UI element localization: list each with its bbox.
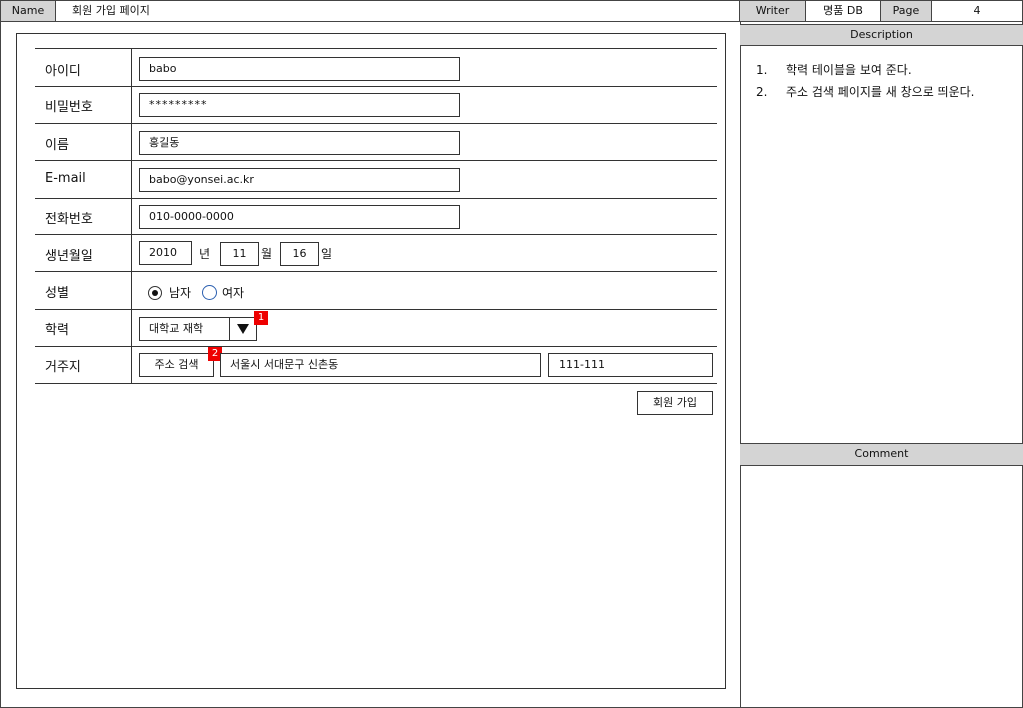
name-label: Name [11, 4, 45, 17]
birth-month-unit: 월 [261, 247, 273, 261]
birth-year-unit: 년 [199, 247, 211, 261]
birth-day-field[interactable]: 16 [280, 242, 319, 266]
writer-label-cell: Writer [739, 0, 806, 22]
page-name: 회원 가입 페이지 [72, 4, 150, 17]
right-panel [740, 21, 1023, 708]
education-select[interactable]: 대학교 재학 [139, 317, 230, 341]
description-item: 1. 학력 테이블을 보여 준다. [740, 62, 1010, 78]
writer-value: 명품 DB [823, 4, 863, 17]
writer-label: Writer [755, 4, 790, 17]
address-field[interactable]: 서울시 서대문구 신촌동 [220, 353, 541, 377]
gender-male-label: 남자 [169, 286, 192, 300]
description-item: 2. 주소 검색 페이지를 새 창으로 띄운다. [740, 84, 1010, 100]
form-row-divider [35, 346, 717, 347]
form-row-divider [35, 383, 717, 384]
education-label: 학력 [45, 323, 69, 338]
name-label-cell: Name [0, 0, 56, 22]
description-item-number: 2. [756, 85, 768, 99]
form-row-divider [35, 198, 717, 199]
gender-male-radio[interactable] [148, 286, 162, 300]
form-row-divider [35, 234, 717, 235]
form-row-divider [35, 271, 717, 272]
page-number-cell: 4 [931, 0, 1023, 22]
education-dropdown-button[interactable] [229, 317, 257, 341]
form-row-divider [35, 160, 717, 161]
birthdate-label: 생년월일 [45, 249, 93, 264]
password-label: 비밀번호 [45, 100, 93, 115]
page-label: Page [892, 4, 920, 17]
birth-year-field[interactable]: 2010 [139, 241, 192, 265]
email-field[interactable]: babo@yonsei.ac.kr [139, 168, 460, 192]
address-label: 거주지 [45, 360, 81, 375]
page-label-cell: Page [880, 0, 932, 22]
annotation-marker-1: 1 [254, 311, 268, 325]
email-label: E-mail [45, 171, 86, 186]
description-list: 1. 학력 테이블을 보여 준다. 2. 주소 검색 페이지를 새 창으로 띄운… [740, 62, 1010, 106]
page-name-cell: 회원 가입 페이지 [55, 0, 740, 22]
address-search-button[interactable]: 주소 검색 [139, 353, 214, 377]
form-row-divider [35, 123, 717, 124]
description-item-text: 주소 검색 페이지를 새 창으로 띄운다. [786, 85, 975, 99]
form-row-divider [35, 86, 717, 87]
name-field[interactable]: 홍길동 [139, 131, 460, 155]
password-field[interactable]: ********* [139, 93, 460, 117]
id-label: 아이디 [45, 64, 81, 79]
description-item-text: 학력 테이블을 보여 준다. [786, 63, 912, 77]
form-row-divider [35, 309, 717, 310]
gender-female-radio[interactable] [202, 285, 217, 300]
form-column-divider [131, 48, 132, 384]
description-title: Description [850, 28, 913, 41]
name-label: 이름 [45, 138, 69, 153]
birth-day-unit: 일 [321, 247, 333, 261]
comment-title: Comment [854, 447, 909, 460]
description-item-number: 1. [756, 63, 768, 77]
birth-month-field[interactable]: 11 [220, 242, 259, 266]
writer-value-cell: 명품 DB [805, 0, 881, 22]
signup-button[interactable]: 회원 가입 [637, 391, 713, 415]
phone-field[interactable]: 010-0000-0000 [139, 205, 460, 229]
form-row-divider [35, 48, 717, 49]
triangle-down-icon [237, 324, 249, 334]
zip-code-field[interactable]: 111-111 [548, 353, 713, 377]
gender-female-label: 여자 [222, 286, 245, 300]
phone-label: 전화번호 [45, 212, 93, 227]
comment-header: Comment [740, 443, 1023, 466]
page-number: 4 [973, 4, 981, 17]
gender-label: 성별 [45, 286, 69, 301]
id-field[interactable]: babo [139, 57, 460, 81]
description-header: Description [740, 24, 1023, 46]
